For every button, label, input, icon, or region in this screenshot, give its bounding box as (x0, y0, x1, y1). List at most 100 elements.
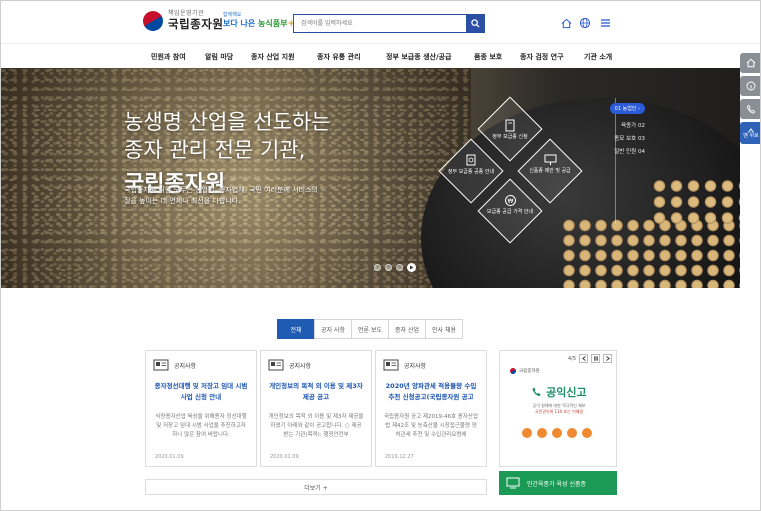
globe-button[interactable] (578, 16, 592, 30)
card-body: 개인정보의 목적 외 이용 및 제3자 제공을 하였기 아래와 같이 공고합니다… (268, 414, 364, 438)
card-body: 국립종자원 공고 제2019-46호 종자산업법 제42조 및 농축산물 시장접… (383, 414, 478, 438)
promo-banner[interactable]: 4/5 국립종자원 공익신고 공익 침해에 대한 적극적인 제보 국민권익위 1… (499, 350, 617, 467)
chevron-right-icon (605, 356, 610, 361)
banner-title: 공익신고 (500, 384, 618, 400)
green-banner[interactable]: 민간육종가 육성 신품종 (499, 471, 617, 495)
menu-button[interactable] (598, 16, 612, 30)
banner-counter: 4/5 (567, 355, 576, 362)
notice-card[interactable]: 공지사항 종자정선대행 및 저장고 임대 시범사업 신청 안내 식량종자산업 육… (145, 350, 257, 467)
banner-controls: 4/5 (568, 354, 612, 363)
home-button[interactable] (559, 16, 573, 30)
card-date: 2020.01.09 (270, 454, 299, 460)
search-box (293, 14, 485, 33)
nav-item-supply[interactable]: 정부 보급종 생산/공급 (386, 52, 451, 62)
header: 책임운영기관 국립종자원 함께해요 보다 나은 농식품부+ (1, 1, 760, 43)
hero-title: 농생명 산업을 선도하는 종자 관리 전문 기관, (124, 110, 331, 162)
slide-play-button[interactable] (407, 263, 416, 272)
newspaper-icon (383, 359, 399, 371)
hero-category-farmer[interactable]: 01 농업인 › (609, 103, 645, 114)
report-icon (567, 428, 577, 438)
notice-card[interactable]: 공지사항 2020년 양파관세 적용물량 수입 추천 신청공고(국립종자원 공고… (375, 350, 487, 467)
logo-main: 국립종자원 (168, 17, 224, 32)
tab-notice[interactable]: 공지 사항 (314, 319, 352, 339)
service-label-new: 신품종 제안 및 공급 (529, 168, 571, 174)
info-icon (746, 81, 756, 91)
newspaper-icon (268, 359, 284, 371)
nav-item-about[interactable]: 기관 소개 (584, 52, 612, 62)
hero-category-protection[interactable]: 종묘 보호 03 (610, 133, 645, 146)
more-button[interactable]: 더보기 + (145, 479, 487, 495)
nav-item-research[interactable]: 종자 검정 연구 (520, 52, 564, 62)
hero-banner: 농생명 산업을 선도하는 종자 관리 전문 기관, 국립종자원 국립종자원 직원… (1, 68, 740, 288)
page-frame: 책임운영기관 국립종자원 함께해요 보다 나은 농식품부+ 민원과 참여 알림 … (0, 0, 761, 511)
globe-icon (579, 17, 591, 29)
quick-home-button[interactable] (740, 53, 760, 73)
report-icon (582, 428, 592, 438)
slide-pager (374, 263, 416, 272)
hero-category-civil[interactable]: 일반 민원 04 (610, 146, 645, 159)
tab-all[interactable]: 전체 (277, 319, 315, 339)
search-doc-icon (466, 154, 476, 166)
scroll-top-label: 맨 위로 (743, 132, 759, 139)
slide-dot-2[interactable] (385, 264, 392, 271)
card-title[interactable]: 개인정보의 목적 외 이용 및 제3자 제공 공고 (268, 381, 364, 405)
menu-icon (600, 19, 610, 27)
home-icon (561, 18, 571, 28)
service-label-apply: 정부 보급종 신청 (492, 134, 528, 140)
banner-sub: 공익 침해에 대한 적극적인 제보 국민권익위 110 또는 이메일 (532, 403, 586, 414)
quick-menu: 맨 위로 (740, 53, 760, 144)
phone-icon (746, 104, 756, 114)
nav-item-notice[interactable]: 알림 마당 (205, 52, 233, 62)
tab-press[interactable]: 언론 보도 (351, 319, 389, 339)
card-category: 공지사항 (404, 362, 427, 370)
phone-icon (532, 387, 541, 397)
banner-pause-button[interactable] (591, 354, 600, 363)
chevron-left-icon (581, 356, 586, 361)
nav-item-distribution[interactable]: 종자 유통 관리 (317, 52, 361, 62)
banner-icon-row (522, 428, 592, 438)
search-input[interactable] (294, 15, 466, 32)
monitor-icon (506, 477, 520, 489)
search-button[interactable] (466, 15, 484, 32)
card-date: 2020.01.09 (155, 454, 184, 460)
card-category: 공지사항 (174, 362, 197, 370)
notice-card[interactable]: 공지사항 개인정보의 목적 외 이용 및 제3자 제공 공고 개인정보의 목적 … (260, 350, 372, 467)
play-icon (410, 265, 414, 270)
banner-next-button[interactable] (603, 354, 612, 363)
card-body: 식량종자산업 육성을 위해종자 정선대행 및 저장고 임대 시범 사업을 추진하… (155, 414, 247, 438)
pause-icon (593, 356, 598, 361)
tab-industry[interactable]: 종자 산업 (388, 319, 426, 339)
quick-info-button[interactable] (740, 76, 760, 96)
nav-item-civil[interactable]: 민원과 참여 (151, 52, 186, 62)
slogan-word1: 보다 나은 (223, 19, 256, 28)
banner-prev-button[interactable] (579, 354, 588, 363)
logo[interactable]: 책임운영기관 국립종자원 (139, 7, 224, 35)
card-title[interactable]: 2020년 양파관세 적용물량 수입 추천 신청공고(국립종자원 공고 (383, 381, 479, 405)
slide-dot-1[interactable] (374, 264, 381, 271)
card-date: 2019.12.27 (385, 454, 414, 460)
banner-org: 국립종자원 (508, 366, 540, 376)
hero-category-list: 01 농업인 › 육종가 02 종묘 보호 03 일반 민원 04 (609, 95, 645, 159)
service-label-price: 보급종 공급 가격 안내 (486, 209, 534, 215)
newspaper-icon (153, 359, 169, 371)
taeguk-icon (508, 366, 518, 376)
board-tabs: 전체 공지 사항 언론 보도 종자 산업 인사 채용 (277, 319, 463, 339)
hero-desc: 국립종자원 직원 모두는 농업인, 종자업체, 국민 여러분께 서비스의 질을 … (124, 186, 318, 205)
card-category: 공지사항 (289, 362, 312, 370)
report-icon (522, 428, 532, 438)
card-title[interactable]: 종자정선대행 및 저장고 임대 시범사업 신청 안내 (153, 381, 249, 405)
hero-category-breeder[interactable]: 육종가 02 (610, 120, 645, 133)
quick-phone-button[interactable] (740, 99, 760, 119)
nav-item-industry[interactable]: 종자 산업 지원 (251, 52, 295, 62)
slide-dot-3[interactable] (396, 264, 403, 271)
nav-item-protection[interactable]: 품종 보호 (474, 52, 502, 62)
report-icon (552, 428, 562, 438)
tab-recruit[interactable]: 인사 채용 (425, 319, 463, 339)
main-nav: 민원과 참여 알림 마당 종자 산업 지원 종자 유통 관리 정부 보급종 생산… (1, 43, 760, 68)
won-icon: ₩ (504, 195, 516, 206)
scroll-top-button[interactable]: 맨 위로 (740, 122, 760, 144)
service-label-guide: 정부 보급종 공종 안내 (447, 169, 495, 175)
search-icon (470, 19, 480, 28)
taeguk-icon (139, 7, 167, 35)
slogan[interactable]: 함께해요 보다 나은 농식품부+ (223, 13, 295, 29)
